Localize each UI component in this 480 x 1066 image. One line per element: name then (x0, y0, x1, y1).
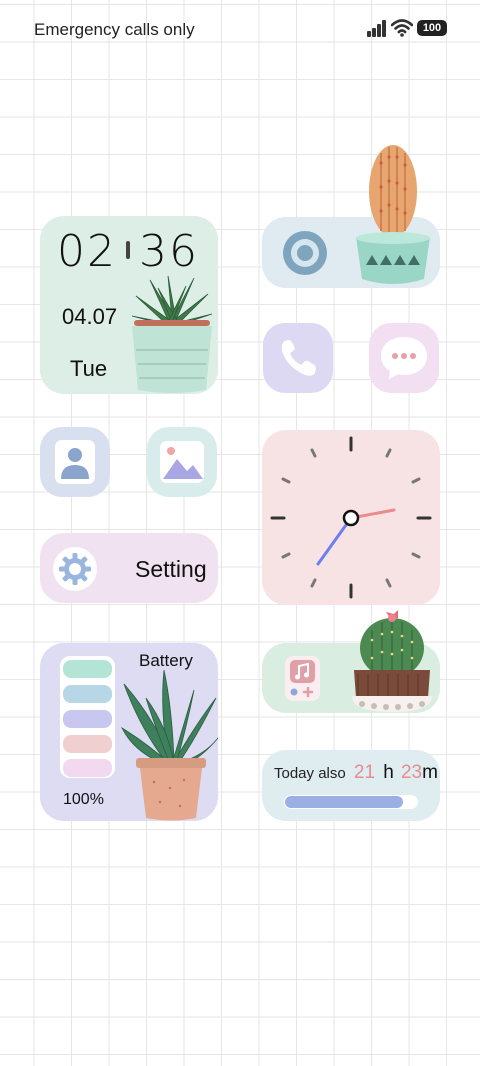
wifi-icon (390, 19, 414, 37)
settings-label: Setting (135, 556, 207, 582)
messages-app-button[interactable] (369, 323, 439, 393)
gear-icon (59, 553, 91, 585)
aloe-plant-icon (121, 669, 219, 821)
battery-percent: 100% (63, 791, 104, 808)
cactus-pot-decoration-icon (352, 610, 432, 712)
phone-icon (281, 340, 316, 376)
clock-separator (126, 241, 130, 259)
screen-time-text: Today also 21 h 23m (274, 762, 438, 784)
battery-bar (63, 710, 112, 728)
cactus-decoration-icon (356, 145, 430, 284)
clock-date: 04.07 (62, 304, 118, 329)
battery-indicator: 100 (417, 20, 447, 36)
phone-app-button[interactable] (263, 323, 333, 393)
analog-clock-face (270, 436, 432, 599)
screen-time-label: Today also (274, 765, 346, 782)
carrier-status-text: Emergency calls only (34, 20, 195, 39)
gallery-icon (160, 441, 204, 483)
signal-icon (367, 19, 387, 37)
battery-bar (63, 759, 112, 777)
screen-time-minutes-unit: m (422, 762, 438, 783)
status-bar: Emergency calls only 100 (0, 0, 480, 60)
battery-bar (63, 735, 112, 753)
clock-hour: 02 (57, 226, 117, 277)
succulent-plant-icon (131, 275, 213, 393)
message-bubble-icon (381, 337, 427, 379)
battery-bar (63, 660, 112, 678)
contact-icon (55, 440, 95, 484)
minute-hand (316, 516, 353, 566)
gallery-app-button[interactable] (147, 427, 217, 497)
screen-time-minutes: 23 (400, 762, 423, 783)
contacts-app-button[interactable] (40, 427, 110, 497)
camera-lens-center (297, 245, 313, 261)
battery-bar (63, 685, 112, 703)
screen-time-progress-fill (285, 796, 403, 808)
screen-time-hours: 21 (353, 762, 376, 783)
screen-time-widget[interactable] (262, 750, 440, 821)
music-note-icon[interactable] (285, 656, 320, 701)
screen-time-hours-unit: h (383, 762, 394, 783)
clock-day: Tue (70, 356, 108, 381)
